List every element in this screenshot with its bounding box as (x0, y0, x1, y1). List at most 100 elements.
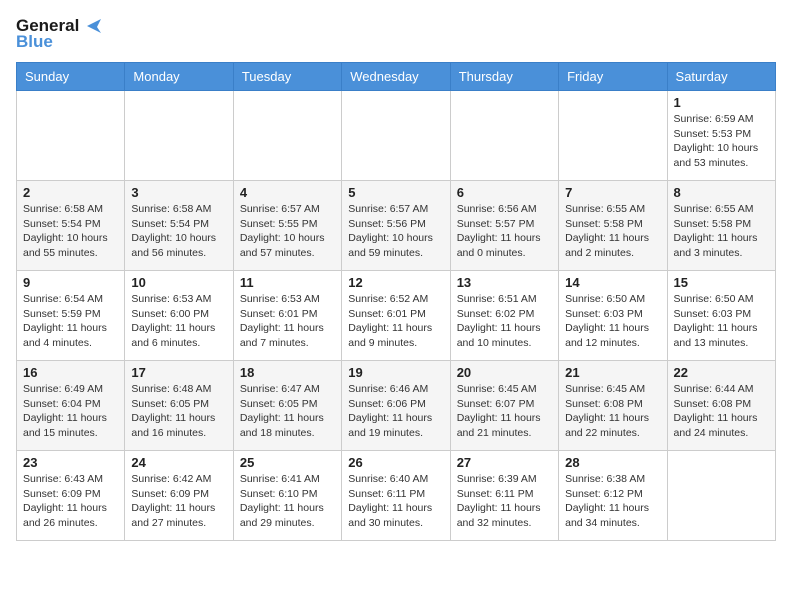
calendar-cell: 2 Sunrise: 6:58 AM Sunset: 5:54 PM Daylig… (17, 181, 125, 271)
day-of-week-saturday: Saturday (667, 63, 775, 91)
calendar-cell: 25Sunrise: 6:41 AM Sunset: 6:10 PM Dayli… (233, 451, 341, 541)
day-info: Sunrise: 6:59 AM Sunset: 5:53 PM Dayligh… (674, 112, 769, 171)
day-info: Sunrise: 6:56 AM Sunset: 5:57 PM Dayligh… (457, 202, 552, 261)
day-number: 7 (565, 185, 660, 200)
day-info: Sunrise: 6:57 AM Sunset: 5:56 PM Dayligh… (348, 202, 443, 261)
day-number: 14 (565, 275, 660, 290)
calendar-cell: 24 Sunrise: 6:42 AM Sunset: 6:09 PM Dayli… (125, 451, 233, 541)
day-info: Sunrise: 6:48 AM Sunset: 6:05 PM Dayligh… (131, 382, 226, 441)
calendar-cell: 7 Sunrise: 6:55 AM Sunset: 5:58 PM Daylig… (559, 181, 667, 271)
calendar-cell: 22 Sunrise: 6:44 AM Sunset: 6:08 PM Dayli… (667, 361, 775, 451)
day-number: 12 (348, 275, 443, 290)
day-number: 5 (348, 185, 443, 200)
day-info: Sunrise: 6:50 AM Sunset: 6:03 PM Dayligh… (565, 292, 660, 351)
day-info: Sunrise: 6:55 AM Sunset: 5:58 PM Dayligh… (565, 202, 660, 261)
day-info: Sunrise: 6:38 AM Sunset: 6:12 PM Dayligh… (565, 472, 660, 531)
day-number: 22 (674, 365, 769, 380)
day-of-week-friday: Friday (559, 63, 667, 91)
day-number: 26 (348, 455, 443, 470)
calendar-week-3: 9 Sunrise: 6:54 AM Sunset: 5:59 PM Daylig… (17, 271, 776, 361)
calendar-cell: 16 Sunrise: 6:49 AM Sunset: 6:04 PM Dayli… (17, 361, 125, 451)
calendar-week-1: 1 Sunrise: 6:59 AM Sunset: 5:53 PM Daylig… (17, 91, 776, 181)
day-info: Sunrise: 6:40 AM Sunset: 6:11 PM Dayligh… (348, 472, 443, 531)
day-info: Sunrise: 6:53 AM Sunset: 6:00 PM Dayligh… (131, 292, 226, 351)
day-number: 4 (240, 185, 335, 200)
day-info: Sunrise: 6:55 AM Sunset: 5:58 PM Dayligh… (674, 202, 769, 261)
calendar-cell: 26 Sunrise: 6:40 AM Sunset: 6:11 PM Dayli… (342, 451, 450, 541)
day-info: Sunrise: 6:49 AM Sunset: 6:04 PM Dayligh… (23, 382, 118, 441)
day-of-week-sunday: Sunday (17, 63, 125, 91)
day-number: 11 (240, 275, 335, 290)
day-number: 10 (131, 275, 226, 290)
day-number: 24 (131, 455, 226, 470)
calendar-cell: 9 Sunrise: 6:54 AM Sunset: 5:59 PM Daylig… (17, 271, 125, 361)
day-number: 23 (23, 455, 118, 470)
day-info: Sunrise: 6:45 AM Sunset: 6:07 PM Dayligh… (457, 382, 552, 441)
calendar-cell: 19Sunrise: 6:46 AM Sunset: 6:06 PM Dayli… (342, 361, 450, 451)
day-info: Sunrise: 6:44 AM Sunset: 6:08 PM Dayligh… (674, 382, 769, 441)
day-info: Sunrise: 6:45 AM Sunset: 6:08 PM Dayligh… (565, 382, 660, 441)
calendar-cell (667, 451, 775, 541)
day-info: Sunrise: 6:58 AM Sunset: 5:54 PM Dayligh… (131, 202, 226, 261)
day-number: 16 (23, 365, 118, 380)
calendar-cell (125, 91, 233, 181)
calendar-cell: 21 Sunrise: 6:45 AM Sunset: 6:08 PM Dayli… (559, 361, 667, 451)
calendar-cell (559, 91, 667, 181)
calendar-cell (17, 91, 125, 181)
calendar-cell: 18 Sunrise: 6:47 AM Sunset: 6:05 PM Dayli… (233, 361, 341, 451)
calendar-cell: 1 Sunrise: 6:59 AM Sunset: 5:53 PM Daylig… (667, 91, 775, 181)
day-of-week-thursday: Thursday (450, 63, 558, 91)
calendar-week-4: 16 Sunrise: 6:49 AM Sunset: 6:04 PM Dayli… (17, 361, 776, 451)
calendar-header-row: SundayMondayTuesdayWednesdayThursdayFrid… (17, 63, 776, 91)
day-number: 1 (674, 95, 769, 110)
day-info: Sunrise: 6:58 AM Sunset: 5:54 PM Dayligh… (23, 202, 118, 261)
calendar-week-2: 2 Sunrise: 6:58 AM Sunset: 5:54 PM Daylig… (17, 181, 776, 271)
day-info: Sunrise: 6:50 AM Sunset: 6:03 PM Dayligh… (674, 292, 769, 351)
logo: General Blue (16, 16, 101, 52)
day-number: 6 (457, 185, 552, 200)
day-number: 21 (565, 365, 660, 380)
logo-text-blue: Blue (16, 32, 53, 52)
calendar-cell (233, 91, 341, 181)
day-info: Sunrise: 6:46 AM Sunset: 6:06 PM Dayligh… (348, 382, 443, 441)
day-number: 3 (131, 185, 226, 200)
day-info: Sunrise: 6:57 AM Sunset: 5:55 PM Dayligh… (240, 202, 335, 261)
day-info: Sunrise: 6:52 AM Sunset: 6:01 PM Dayligh… (348, 292, 443, 351)
day-number: 20 (457, 365, 552, 380)
calendar-cell: 5 Sunrise: 6:57 AM Sunset: 5:56 PM Daylig… (342, 181, 450, 271)
calendar-cell (450, 91, 558, 181)
logo-bird-icon (79, 17, 101, 35)
calendar-cell: 4 Sunrise: 6:57 AM Sunset: 5:55 PM Daylig… (233, 181, 341, 271)
day-info: Sunrise: 6:43 AM Sunset: 6:09 PM Dayligh… (23, 472, 118, 531)
calendar-table: SundayMondayTuesdayWednesdayThursdayFrid… (16, 62, 776, 541)
calendar-cell: 8 Sunrise: 6:55 AM Sunset: 5:58 PM Daylig… (667, 181, 775, 271)
calendar-cell: 12 Sunrise: 6:52 AM Sunset: 6:01 PM Dayli… (342, 271, 450, 361)
calendar-cell: 17Sunrise: 6:48 AM Sunset: 6:05 PM Dayli… (125, 361, 233, 451)
calendar-cell: 15 Sunrise: 6:50 AM Sunset: 6:03 PM Dayli… (667, 271, 775, 361)
day-info: Sunrise: 6:39 AM Sunset: 6:11 PM Dayligh… (457, 472, 552, 531)
day-number: 2 (23, 185, 118, 200)
calendar-week-5: 23 Sunrise: 6:43 AM Sunset: 6:09 PM Dayli… (17, 451, 776, 541)
day-number: 18 (240, 365, 335, 380)
day-number: 27 (457, 455, 552, 470)
day-number: 15 (674, 275, 769, 290)
calendar-cell: 11Sunrise: 6:53 AM Sunset: 6:01 PM Dayli… (233, 271, 341, 361)
calendar-cell (342, 91, 450, 181)
day-info: Sunrise: 6:47 AM Sunset: 6:05 PM Dayligh… (240, 382, 335, 441)
day-info: Sunrise: 6:42 AM Sunset: 6:09 PM Dayligh… (131, 472, 226, 531)
day-number: 25 (240, 455, 335, 470)
calendar-cell: 27 Sunrise: 6:39 AM Sunset: 6:11 PM Dayli… (450, 451, 558, 541)
day-info: Sunrise: 6:54 AM Sunset: 5:59 PM Dayligh… (23, 292, 118, 351)
calendar-cell: 3 Sunrise: 6:58 AM Sunset: 5:54 PM Daylig… (125, 181, 233, 271)
day-of-week-tuesday: Tuesday (233, 63, 341, 91)
calendar-cell: 20 Sunrise: 6:45 AM Sunset: 6:07 PM Dayli… (450, 361, 558, 451)
day-number: 28 (565, 455, 660, 470)
day-number: 13 (457, 275, 552, 290)
day-info: Sunrise: 6:51 AM Sunset: 6:02 PM Dayligh… (457, 292, 552, 351)
day-number: 8 (674, 185, 769, 200)
calendar-cell: 6 Sunrise: 6:56 AM Sunset: 5:57 PM Daylig… (450, 181, 558, 271)
day-number: 9 (23, 275, 118, 290)
calendar-cell: 10 Sunrise: 6:53 AM Sunset: 6:00 PM Dayli… (125, 271, 233, 361)
calendar-cell: 23 Sunrise: 6:43 AM Sunset: 6:09 PM Dayli… (17, 451, 125, 541)
calendar-cell: 28 Sunrise: 6:38 AM Sunset: 6:12 PM Dayli… (559, 451, 667, 541)
